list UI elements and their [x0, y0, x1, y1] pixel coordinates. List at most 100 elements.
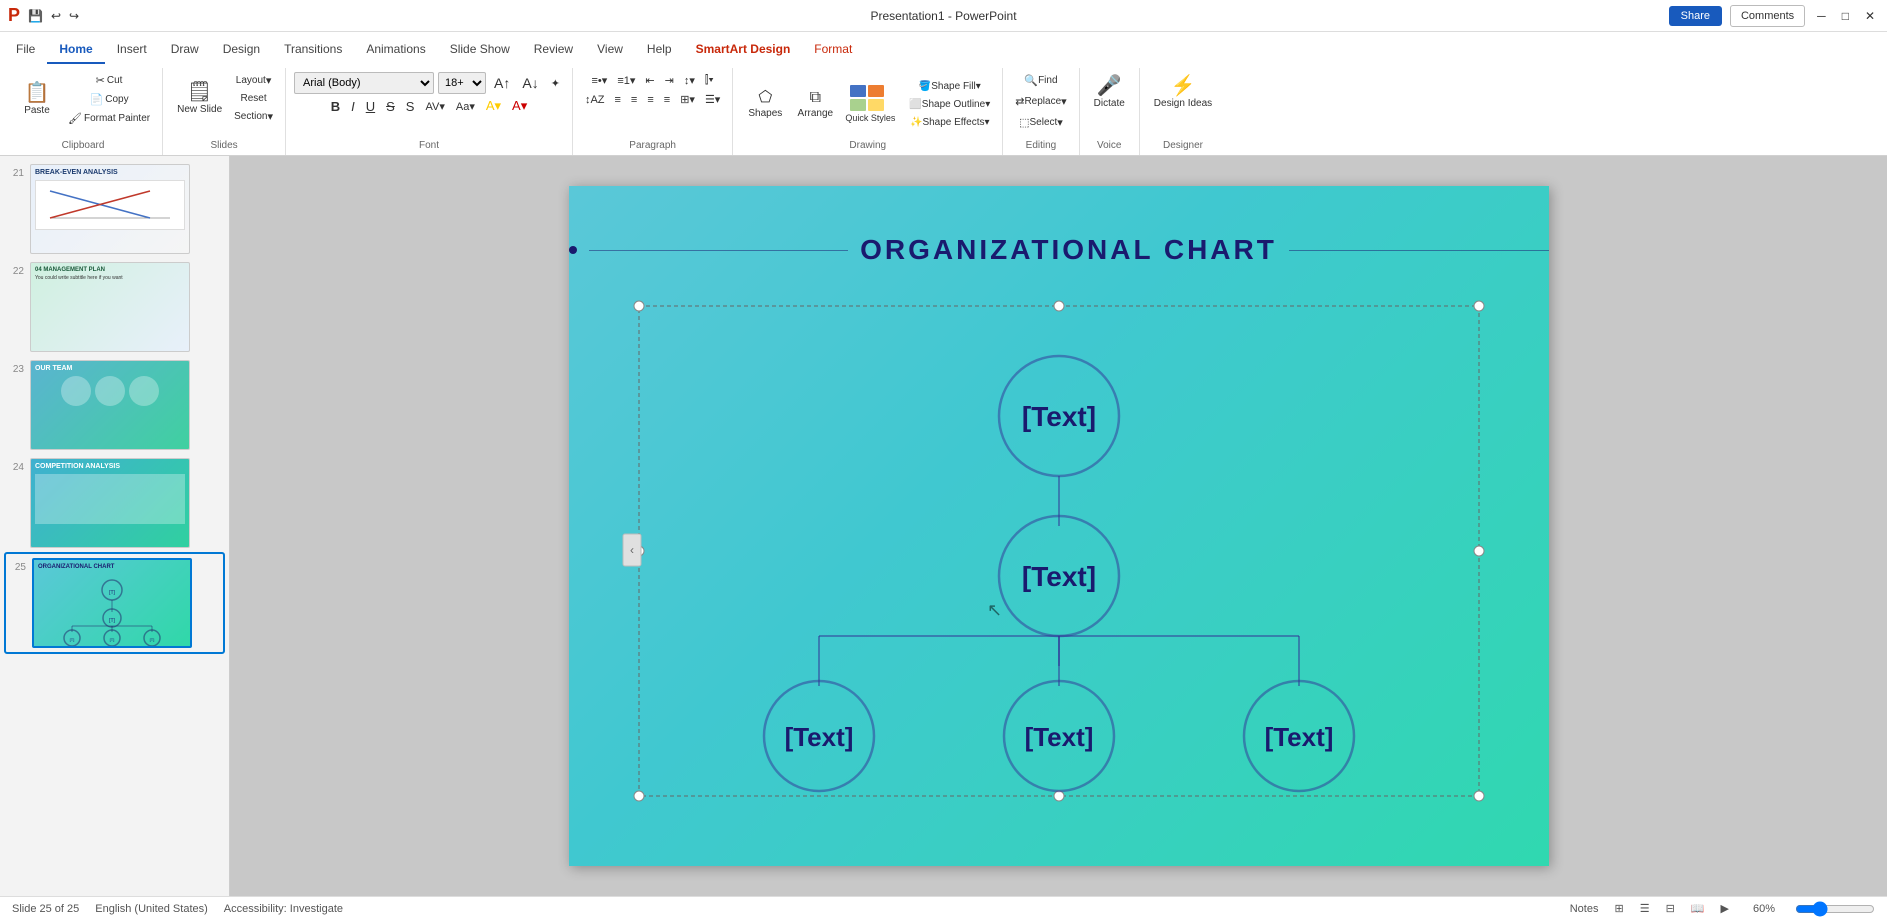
tab-file[interactable]: File: [4, 36, 47, 64]
share-button[interactable]: Share: [1669, 6, 1722, 26]
handle-bl[interactable]: [634, 791, 644, 801]
shapes-button[interactable]: ⬠ Shapes: [741, 86, 789, 123]
canvas-area: ORGANIZATIONAL CHART ‹: [230, 156, 1887, 896]
highlight-button[interactable]: A▾: [482, 96, 505, 116]
tab-help[interactable]: Help: [635, 36, 684, 64]
decrease-indent-button[interactable]: ⇤: [641, 72, 658, 89]
tab-draw[interactable]: Draw: [159, 36, 211, 64]
handle-br[interactable]: [1474, 791, 1484, 801]
svg-text:‹: ‹: [630, 543, 634, 557]
bullets-button[interactable]: ≡•▾: [588, 72, 612, 89]
slide-item-21[interactable]: 21 BREAK-EVEN ANALYSIS: [4, 160, 225, 258]
slide-item-23[interactable]: 23 OUR TEAM: [4, 356, 225, 454]
comments-button[interactable]: Comments: [1730, 5, 1805, 27]
bold-button[interactable]: B: [327, 97, 344, 116]
numbering-button[interactable]: ≡1▾: [613, 72, 639, 89]
sort-button[interactable]: ↕AZ: [581, 92, 609, 108]
text-shadow-button[interactable]: S: [402, 97, 419, 116]
status-bar: Slide 25 of 25 English (United States) A…: [0, 896, 1887, 920]
font-name-select[interactable]: Arial (Body): [294, 72, 434, 94]
shape-effects-button[interactable]: ✨ Shape Effects ▾: [905, 115, 994, 130]
paste-button[interactable]: 📋 Paste: [12, 79, 62, 120]
slide-canvas: ORGANIZATIONAL CHART ‹: [569, 186, 1549, 866]
font-row1: Arial (Body) 18+ A↑ A↓ ✦: [294, 72, 564, 94]
change-case-button[interactable]: Aa▾: [452, 98, 479, 115]
accessibility-info[interactable]: Accessibility: Investigate: [224, 903, 343, 915]
copy-button[interactable]: 📄 Copy: [64, 91, 154, 108]
slide-item-24[interactable]: 24 COMPETITION ANALYSIS: [4, 454, 225, 552]
handle-tm[interactable]: [1054, 301, 1064, 311]
spacing-button[interactable]: AV▾: [421, 98, 448, 115]
slide-title-text[interactable]: ORGANIZATIONAL CHART: [860, 234, 1277, 266]
tab-transitions[interactable]: Transitions: [272, 36, 354, 64]
reset-button[interactable]: Reset: [230, 91, 277, 106]
align-center-button[interactable]: ≡: [627, 92, 641, 108]
slide-thumb-25: ORGANIZATIONAL CHART [T] [T]: [32, 558, 192, 648]
italic-button[interactable]: I: [347, 97, 359, 116]
minimize-button[interactable]: ─: [1813, 5, 1830, 27]
strikethrough-button[interactable]: S: [382, 97, 399, 116]
title-dot-left: [569, 246, 577, 254]
tab-home[interactable]: Home: [47, 36, 104, 64]
tab-review[interactable]: Review: [522, 36, 585, 64]
justify-button[interactable]: ≡: [660, 92, 674, 108]
font-color-button[interactable]: A▾: [508, 96, 531, 116]
tab-design[interactable]: Design: [211, 36, 272, 64]
quick-access-redo[interactable]: ↪: [69, 9, 79, 23]
quick-access-save[interactable]: 💾: [28, 9, 43, 23]
handle-bm[interactable]: [1054, 791, 1064, 801]
handle-tl[interactable]: [634, 301, 644, 311]
view-reading-button[interactable]: 📖: [1691, 902, 1705, 915]
app-title: Presentation1 - PowerPoint: [870, 9, 1016, 23]
quick-styles-button[interactable]: Quick Styles: [841, 72, 899, 136]
handle-mr[interactable]: [1474, 546, 1484, 556]
smart-art-button[interactable]: ☰▾: [701, 91, 724, 108]
maximize-button[interactable]: □: [1838, 5, 1853, 27]
columns-button[interactable]: ⫿▾: [701, 72, 718, 89]
increase-font-size-button[interactable]: A↑: [490, 73, 514, 93]
arrange-button[interactable]: ⧉ Arrange: [791, 86, 839, 123]
slide-title-area: ORGANIZATIONAL CHART: [569, 234, 1549, 266]
increase-indent-button[interactable]: ⇥: [661, 72, 678, 89]
clipboard-label: Clipboard: [62, 136, 105, 151]
font-size-select[interactable]: 18+: [438, 72, 486, 94]
tab-view[interactable]: View: [585, 36, 635, 64]
underline-button[interactable]: U: [362, 97, 379, 116]
org-chart-svg[interactable]: ‹ [Text] [Text] [Text]: [609, 286, 1509, 806]
view-slide-sorter-button[interactable]: ⊟: [1666, 902, 1675, 915]
tab-animations[interactable]: Animations: [354, 36, 437, 64]
clear-formatting-button[interactable]: ✦: [547, 75, 564, 92]
view-slideshow-button[interactable]: ▶: [1721, 902, 1729, 915]
zoom-slider[interactable]: [1795, 901, 1875, 917]
text-direction-button[interactable]: ⊞▾: [676, 91, 699, 108]
select-button[interactable]: ⬚ Select ▾: [1015, 114, 1067, 131]
language-info[interactable]: English (United States): [95, 903, 208, 915]
cut-button[interactable]: ✂ Cut: [64, 72, 154, 89]
handle-tr[interactable]: [1474, 301, 1484, 311]
quick-access-undo[interactable]: ↩: [51, 9, 61, 23]
slide-item-25[interactable]: 25 ORGANIZATIONAL CHART [T] [T]: [4, 552, 225, 654]
view-normal-button[interactable]: ⊞: [1614, 902, 1623, 915]
dictate-button[interactable]: 🎤 Dictate: [1088, 72, 1131, 113]
slide-item-22[interactable]: 22 04 MANAGEMENT PLAN You could write su…: [4, 258, 225, 356]
tab-format[interactable]: Format: [802, 36, 864, 64]
section-button[interactable]: Section ▾: [230, 108, 277, 125]
align-right-button[interactable]: ≡: [643, 92, 657, 108]
format-painter-button[interactable]: 🖌 Format Painter: [64, 110, 154, 127]
tab-insert[interactable]: Insert: [105, 36, 159, 64]
line-spacing-button[interactable]: ↕▾: [680, 72, 699, 89]
align-left-button[interactable]: ≡: [611, 92, 625, 108]
layout-button[interactable]: Layout ▾: [230, 72, 277, 89]
decrease-font-size-button[interactable]: A↓: [518, 73, 542, 93]
view-outline-button[interactable]: ☰: [1640, 902, 1650, 915]
tab-smartart-design[interactable]: SmartArt Design: [684, 36, 803, 64]
tab-slideshow[interactable]: Slide Show: [438, 36, 522, 64]
notes-button[interactable]: Notes: [1570, 903, 1599, 915]
design-ideas-button[interactable]: ⚡ Design Ideas: [1148, 72, 1218, 113]
new-slide-button[interactable]: 🗒 New Slide: [171, 78, 228, 119]
replace-button[interactable]: ⇄ Replace ▾: [1011, 93, 1070, 110]
find-button[interactable]: 🔍 Find: [1020, 72, 1061, 89]
shape-outline-button[interactable]: ⬜ Shape Outline ▾: [905, 97, 994, 112]
close-button[interactable]: ✕: [1861, 5, 1879, 27]
shape-fill-button[interactable]: 🪣 Shape Fill ▾: [905, 79, 994, 94]
